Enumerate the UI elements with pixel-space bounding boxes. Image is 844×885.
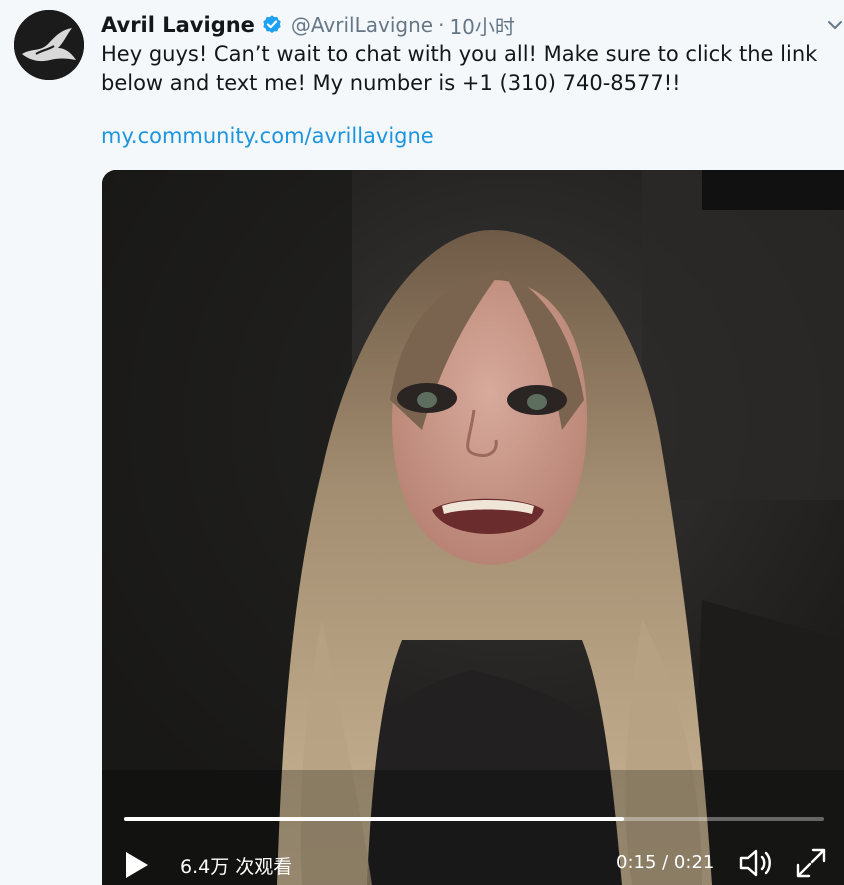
tweet-link[interactable]: my.community.com/avrillavigne — [101, 124, 434, 148]
play-icon[interactable] — [124, 850, 150, 880]
view-count: 6.4万 次观看 — [180, 856, 293, 878]
verified-badge-icon — [263, 15, 281, 33]
video-progress-fill — [124, 817, 624, 821]
tweet-timestamp[interactable]: 10小时 — [449, 11, 514, 40]
tweet-header: Avril Lavigne @AvrilLavigne · 10小时 — [101, 10, 515, 40]
separator-dot: · — [438, 13, 445, 37]
avatar[interactable] — [14, 10, 84, 80]
volume-icon[interactable] — [738, 846, 776, 880]
tweet-text: Hey guys! Can’t wait to chat with you al… — [101, 40, 836, 98]
video-frame — [102, 170, 844, 885]
video-progress-bar[interactable] — [124, 817, 824, 821]
tweet-text-line: below and text me! My number is +1 (310)… — [101, 71, 681, 95]
avatar-image — [14, 10, 84, 80]
tweet-text-line: Hey guys! Can’t wait to chat with you al… — [101, 42, 818, 66]
author-name[interactable]: Avril Lavigne — [101, 13, 255, 37]
video-player[interactable]: 6.4万 次观看 0:15 / 0:21 — [102, 170, 844, 885]
fullscreen-icon[interactable] — [794, 846, 828, 880]
author-handle[interactable]: @AvrilLavigne — [291, 13, 433, 37]
video-timecode: 0:15 / 0:21 — [616, 852, 715, 873]
chevron-down-icon[interactable] — [826, 16, 844, 34]
